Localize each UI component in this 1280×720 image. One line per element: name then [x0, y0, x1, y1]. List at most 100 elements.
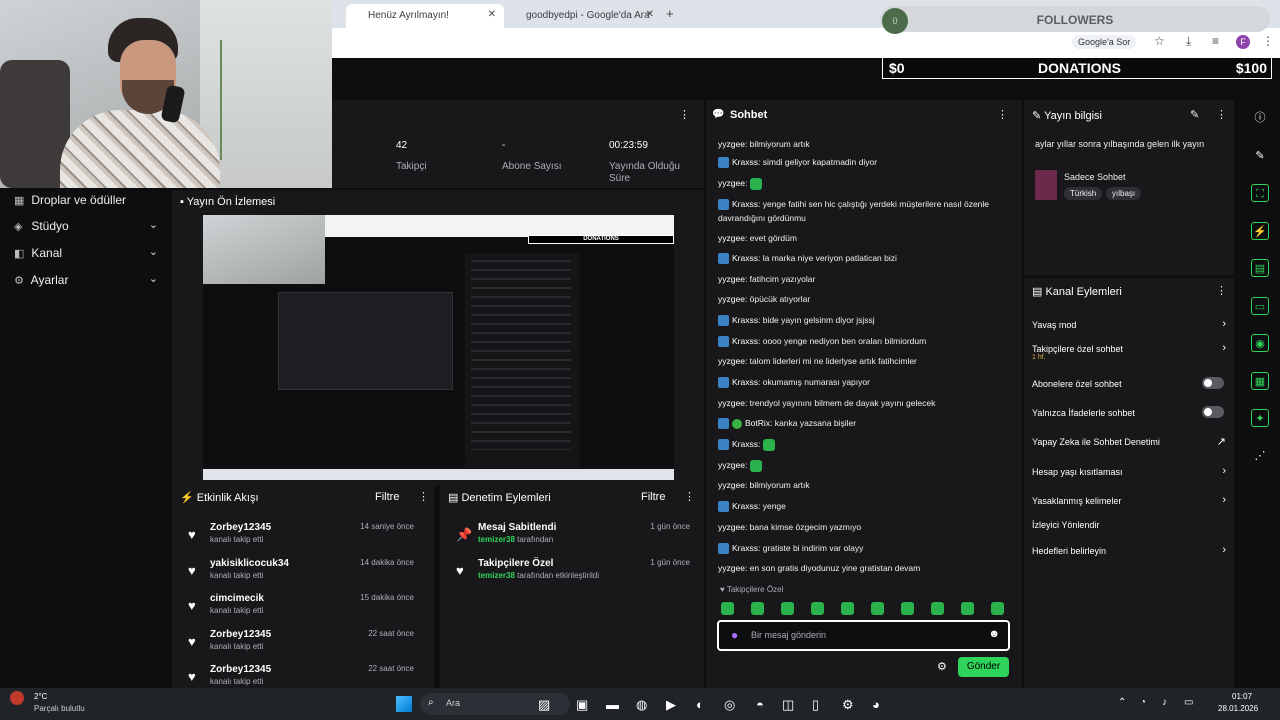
activity-event-row[interactable]: ♥ cimcimecik kanalı takip etti 15 dakika ön… [180, 591, 420, 627]
more-options-icon[interactable]: ⋮ [684, 490, 695, 503]
mic-icon[interactable]: ● [731, 628, 738, 642]
more-options-icon[interactable]: ⋮ [997, 108, 1008, 121]
browser-tab-active[interactable]: Henüz Ayrılmayın! ✕ [346, 4, 504, 28]
external-link-icon[interactable]: ↗ [1217, 435, 1226, 448]
whatsapp-icon[interactable]: ◍ [636, 697, 647, 713]
tag-chip[interactable]: Türkish [1064, 187, 1103, 200]
emote-icon[interactable] [871, 602, 884, 615]
moderation-filter-button[interactable]: Filtre [641, 491, 665, 503]
doc-icon[interactable]: ▤ [1251, 259, 1269, 277]
chat-username[interactable]: BotRix [745, 418, 770, 428]
chat-username[interactable]: yyzgee [718, 563, 745, 573]
more-options-icon[interactable]: ⋮ [1216, 284, 1227, 297]
file-icon[interactable]: ▯ [812, 697, 819, 713]
chat-username[interactable]: yyzgee [718, 139, 745, 149]
channel-action-item[interactable]: Hedefleri belirleyin › [1032, 544, 1232, 556]
chat-username[interactable]: Kraxss [732, 543, 758, 553]
moderation-user[interactable]: temizer38 [478, 535, 515, 544]
channel-action-item[interactable]: Yasaklanmış kelimeler › [1032, 494, 1232, 506]
download-icon[interactable]: ⤓ [1186, 34, 1191, 49]
fullscreen-icon[interactable]: ⛶ [1251, 184, 1269, 202]
moderation-event-row[interactable]: ♥ Takipçilere Özel temizer38 tarafından et… [448, 556, 696, 592]
activity-event-row[interactable]: ♥ Zorbey12345 kanalı takip etti 22 saat önc… [180, 627, 420, 663]
youtube-icon[interactable]: ▶ [666, 697, 676, 713]
info-icon[interactable]: ⓘ [1251, 109, 1269, 127]
address-bar[interactable] [332, 28, 1280, 58]
chat-username[interactable]: Kraxss [732, 157, 758, 167]
emote-icon[interactable] [811, 602, 824, 615]
channel-action-item[interactable]: Yavaş mod › [1032, 318, 1232, 330]
close-tab-icon[interactable]: ✕ [646, 9, 654, 20]
event-username[interactable]: cimcimecik [210, 593, 264, 604]
event-username[interactable]: Zorbey12345 [210, 629, 271, 640]
stream-preview-video[interactable]: DONATIONS [203, 215, 674, 480]
obs-icon[interactable]: ◓ [756, 697, 764, 712]
chat-username[interactable]: Kraxss [732, 336, 758, 346]
browser-tab[interactable]: goodbyedpi - Google'da Ara ✕ [504, 4, 662, 28]
more-options-icon[interactable]: ⋮ [679, 108, 690, 121]
sidebar-item-channel[interactable]: ◧ Kanal ⌄ [0, 241, 172, 267]
channel-action-item[interactable]: Yapay Zeka ile Sohbet Denetimi ↗ [1032, 435, 1232, 448]
emoji-icon[interactable]: ☻ [988, 628, 1000, 640]
channel-action-item[interactable]: Takipçilere özel sohbet 1 hf. › [1032, 342, 1232, 361]
network-icon[interactable]: ◔ [1140, 697, 1146, 708]
discord-icon[interactable]: ◕ [872, 697, 880, 712]
chat-username[interactable]: yyzgee [718, 480, 745, 490]
steam-icon[interactable]: ◐ [696, 697, 704, 712]
toggle-switch[interactable] [1202, 377, 1224, 389]
emote-icon[interactable] [751, 602, 764, 615]
channel-action-item[interactable]: Hesap yaşı kısıtlaması › [1032, 465, 1232, 477]
share-icon[interactable]: ⋰ [1251, 447, 1269, 465]
menu-list-icon[interactable]: ≡ [1212, 34, 1219, 48]
emote-icon[interactable] [841, 602, 854, 615]
settings-icon[interactable]: ⚙ [842, 697, 854, 713]
new-tab-icon[interactable]: + [666, 6, 674, 21]
chat-username[interactable]: Kraxss [732, 199, 758, 209]
chat-username[interactable]: Kraxss [732, 315, 758, 325]
more-options-icon[interactable]: ⋮ [418, 490, 429, 503]
event-username[interactable]: yakisiklicocuk34 [210, 558, 289, 569]
event-username[interactable]: Zorbey12345 [210, 664, 271, 675]
volume-icon[interactable]: ♪ [1162, 697, 1167, 708]
close-tab-icon[interactable]: ✕ [488, 9, 496, 20]
chat-username[interactable]: Kraxss [732, 377, 758, 387]
chat-settings-icon[interactable]: ⚙ [937, 660, 947, 673]
toggle-switch[interactable] [1202, 406, 1224, 418]
send-button[interactable]: Gönder [958, 657, 1009, 677]
emote-icon[interactable] [781, 602, 794, 615]
activity-filter-button[interactable]: Filtre [375, 491, 399, 503]
emote-icon[interactable] [721, 602, 734, 615]
wrench-icon[interactable]: ✦ [1251, 409, 1269, 427]
channel-action-item[interactable]: Abonelere özel sohbet [1032, 377, 1232, 389]
google-ask-chip[interactable]: Google'a Sor [1072, 35, 1137, 49]
pencil-icon[interactable]: ✎ [1251, 147, 1269, 165]
bolt-icon[interactable]: ⚡ [1251, 221, 1269, 240]
chevron-up-icon[interactable]: ⌃ [1118, 697, 1126, 708]
moderation-event-row[interactable]: 📌 Mesaj Sabitlendi temizer38 tarafından 1 g… [448, 520, 696, 556]
activity-event-row[interactable]: ♥ Zorbey12345 kanalı takip etti 14 saniye ö… [180, 520, 420, 556]
chat-username[interactable]: Kraxss [732, 439, 758, 449]
chat-username[interactable]: Kraxss [732, 253, 758, 263]
chat-username[interactable]: yyzgee [718, 522, 745, 532]
event-username[interactable]: Zorbey12345 [210, 522, 271, 533]
sidebar-item-drops[interactable]: ▦ Droplar ve ödüller [0, 188, 172, 214]
chrome-icon[interactable]: ◎ [724, 697, 735, 713]
chat-username[interactable]: yyzgee [718, 294, 745, 304]
sidebar-item-studio[interactable]: ◈ Stüdyo ⌄ [0, 214, 172, 240]
channel-action-item[interactable]: İzleyici Yönlendir [1032, 520, 1232, 530]
start-icon[interactable] [396, 696, 412, 712]
store-icon[interactable]: ◫ [782, 697, 794, 713]
category-name[interactable]: Sadece Sohbet [1064, 172, 1126, 182]
chat-input[interactable]: ● Bir mesaj gönderin ☻ [717, 620, 1010, 651]
activity-event-row[interactable]: ♥ yakisiklicocuk34 kanalı takip etti 14 dak… [180, 556, 420, 592]
chat-username[interactable]: yyzgee [718, 460, 745, 470]
broadcast-icon[interactable]: ◉ [1251, 334, 1269, 352]
taskview-icon[interactable]: ▣ [576, 697, 588, 713]
chat-username[interactable]: yyzgee [718, 356, 745, 366]
emote-icon[interactable] [991, 602, 1004, 615]
chat-username[interactable]: yyzgee [718, 233, 745, 243]
landscape-icon[interactable]: ▨ [538, 697, 550, 713]
more-options-icon[interactable]: ⋮ [1216, 108, 1227, 121]
moderation-user[interactable]: temizer38 [478, 571, 515, 580]
channel-action-item[interactable]: Yalnızca İfadelerle sohbet [1032, 406, 1232, 418]
